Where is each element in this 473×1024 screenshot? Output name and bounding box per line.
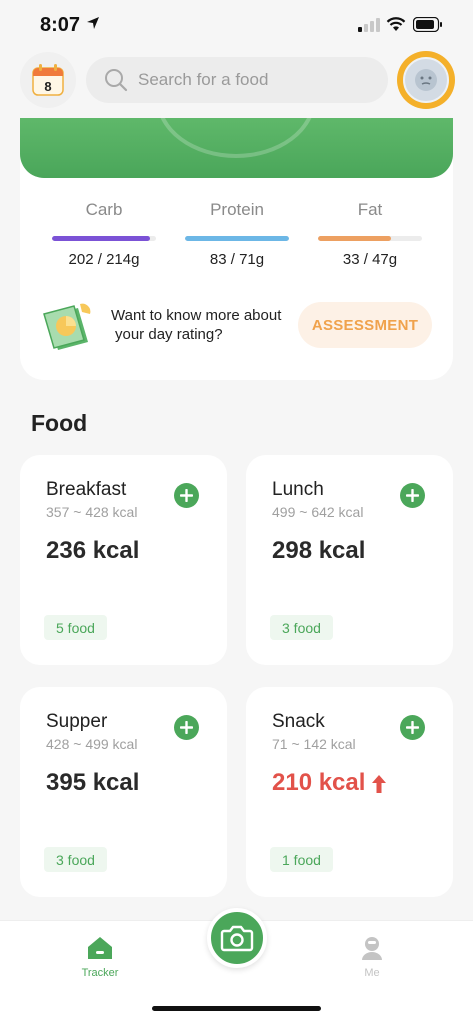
calendar-day: 8 bbox=[44, 79, 51, 94]
wifi-icon bbox=[386, 17, 406, 31]
report-chart-icon bbox=[43, 303, 91, 350]
food-count-badge[interactable]: 1 food bbox=[270, 847, 333, 872]
food-count-badge[interactable]: 3 food bbox=[44, 847, 107, 872]
day-rating-line2: your day rating? bbox=[115, 326, 223, 343]
signal-icon bbox=[358, 18, 380, 32]
search-bar[interactable] bbox=[86, 57, 388, 103]
home-icon bbox=[88, 937, 112, 959]
meal-card-breakfast[interactable]: Breakfast 357 ~ 428 kcal 236 kcal 5 food bbox=[20, 455, 227, 665]
macro-carb: Carb 202 / 214g bbox=[52, 200, 156, 268]
home-indicator[interactable] bbox=[152, 1006, 321, 1011]
macro-fill bbox=[318, 236, 391, 241]
day-rating-text: Want to know more about your day rating? bbox=[111, 306, 301, 344]
banner-arc bbox=[156, 118, 316, 158]
arrow-up-icon bbox=[372, 774, 387, 793]
meal-kcal: 395 kcal bbox=[46, 769, 140, 796]
tab-tracker[interactable]: Tracker bbox=[60, 935, 140, 979]
macro-value: 33 / 47g bbox=[342, 251, 398, 268]
tab-me[interactable]: Me bbox=[332, 935, 412, 979]
add-snack-button[interactable] bbox=[400, 715, 425, 740]
macro-name: Carb bbox=[85, 200, 123, 219]
battery-icon bbox=[413, 17, 442, 32]
macro-list: Carb 202 / 214g Protein 83 / 71g Fat 33 … bbox=[52, 200, 422, 268]
meal-name: Breakfast bbox=[46, 479, 127, 500]
status-bar: 8:07 bbox=[0, 0, 473, 50]
meal-range: 428 ~ 499 kcal bbox=[46, 736, 138, 752]
search-input[interactable] bbox=[138, 70, 358, 90]
meal-range: 71 ~ 142 kcal bbox=[272, 736, 356, 752]
tab-label: Me bbox=[364, 967, 380, 979]
macro-bar bbox=[318, 236, 422, 241]
avatar-face bbox=[403, 57, 449, 103]
add-breakfast-button[interactable] bbox=[174, 483, 199, 508]
day-rating-line1: Want to know more about bbox=[111, 307, 282, 324]
meal-kcal: 236 kcal bbox=[46, 537, 140, 564]
meal-range: 357 ~ 428 kcal bbox=[46, 504, 138, 520]
meal-card-snack[interactable]: Snack 71 ~ 142 kcal 210 kcal 1 food bbox=[246, 687, 453, 897]
plus-icon bbox=[180, 721, 193, 734]
person-icon bbox=[362, 937, 382, 960]
meal-card-lunch[interactable]: Lunch 499 ~ 642 kcal 298 kcal 3 food bbox=[246, 455, 453, 665]
macro-fill bbox=[52, 236, 150, 241]
tab-label: Tracker bbox=[81, 967, 119, 979]
meal-name: Lunch bbox=[272, 479, 324, 500]
camera-button[interactable] bbox=[207, 908, 267, 968]
add-lunch-button[interactable] bbox=[400, 483, 425, 508]
search-icon bbox=[105, 69, 128, 92]
location-arrow-icon bbox=[87, 17, 99, 29]
add-supper-button[interactable] bbox=[174, 715, 199, 740]
meal-kcal-over: 210 kcal bbox=[272, 769, 387, 797]
camera-icon bbox=[220, 925, 254, 952]
status-time: 8:07 bbox=[40, 14, 81, 36]
avatar[interactable] bbox=[397, 51, 455, 109]
meal-name: Supper bbox=[46, 711, 108, 732]
macro-fat: Fat 33 / 47g bbox=[318, 200, 422, 268]
meal-kcal-value: 210 kcal bbox=[272, 769, 366, 796]
macro-name: Fat bbox=[357, 200, 383, 219]
macro-bar bbox=[185, 236, 289, 241]
macro-value: 202 / 214g bbox=[68, 251, 140, 268]
food-section-title: Food bbox=[31, 410, 88, 436]
food-count-badge[interactable]: 3 food bbox=[270, 615, 333, 640]
plus-icon bbox=[180, 489, 193, 502]
assessment-button[interactable]: ASSESSMENT bbox=[298, 302, 432, 348]
plus-icon bbox=[406, 721, 419, 734]
calorie-banner bbox=[20, 118, 453, 178]
macro-fill bbox=[185, 236, 289, 241]
avatar-icon bbox=[415, 69, 437, 91]
meal-kcal: 298 kcal bbox=[272, 537, 366, 564]
plus-icon bbox=[406, 489, 419, 502]
macro-value: 83 / 71g bbox=[209, 251, 265, 268]
summary-card: Carb 202 / 214g Protein 83 / 71g Fat 33 … bbox=[20, 118, 453, 380]
day-rating-row: Want to know more about your day rating?… bbox=[40, 298, 432, 358]
macro-name: Protein bbox=[210, 200, 264, 219]
calendar-icon: 8 bbox=[32, 64, 64, 96]
macro-bar bbox=[52, 236, 156, 241]
meal-card-supper[interactable]: Supper 428 ~ 499 kcal 395 kcal 3 food bbox=[20, 687, 227, 897]
macro-protein: Protein 83 / 71g bbox=[185, 200, 289, 268]
calendar-button[interactable]: 8 bbox=[20, 52, 76, 108]
meal-range: 499 ~ 642 kcal bbox=[272, 504, 364, 520]
food-count-badge[interactable]: 5 food bbox=[44, 615, 107, 640]
meal-name: Snack bbox=[272, 711, 325, 732]
